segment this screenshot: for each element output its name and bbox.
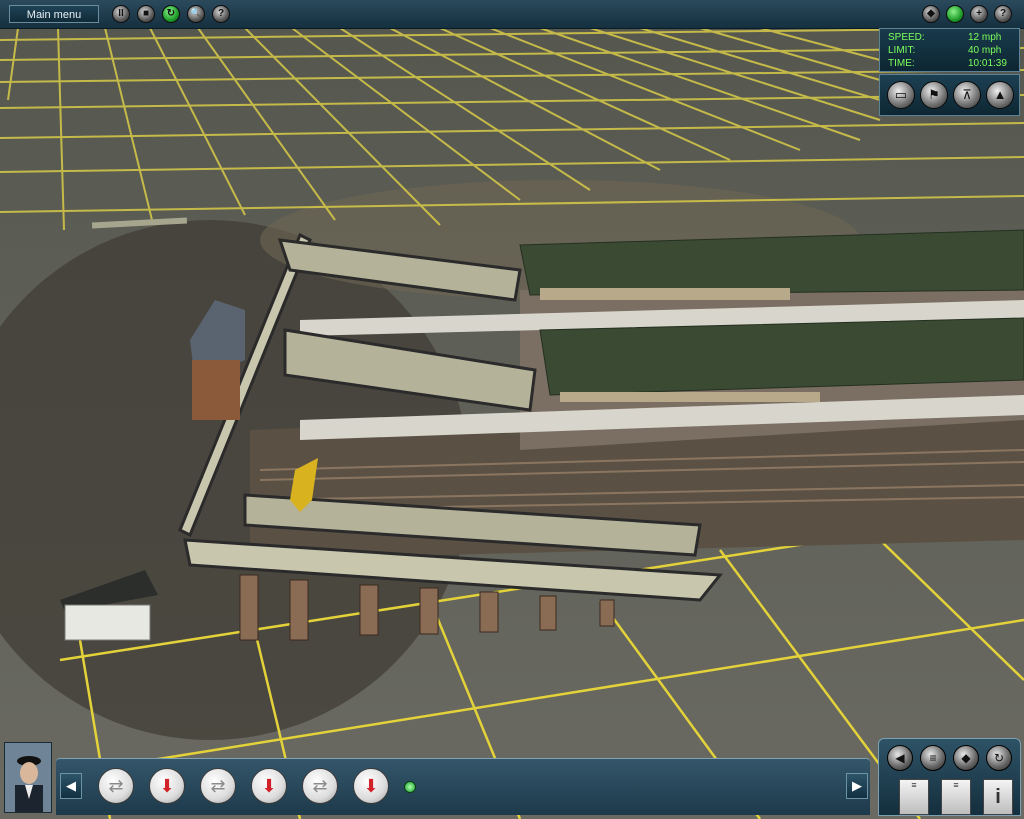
plus-icon: +	[976, 8, 982, 19]
diamond-icon: ◆	[961, 751, 971, 765]
main-menu-button[interactable]: Main menu	[9, 5, 99, 23]
driver-portrait-icon	[5, 743, 51, 812]
train-icon: ▭	[894, 87, 908, 102]
speed-row: SPEED: 12 mph	[888, 32, 1016, 44]
time-value: 10:01:39	[968, 58, 1007, 69]
limit-label: LIMIT:	[888, 45, 916, 56]
platform-icon: ⬇	[261, 776, 277, 796]
time-row: TIME: 10:01:39	[888, 58, 1016, 70]
speed-label: SPEED:	[888, 32, 925, 43]
magnify-icon: 🔍	[189, 8, 203, 19]
notes-doc[interactable]: ≡	[941, 779, 971, 815]
document-icon: ≡	[911, 780, 917, 790]
speaker-icon: ◀	[895, 751, 905, 765]
document-icon: ≡	[953, 780, 959, 790]
stop-icon: ■	[142, 8, 150, 19]
top-toolbar: Main menu II ■ ↻ 🔍 ? ◆ + ?	[0, 0, 1024, 29]
pause-button[interactable]: II	[112, 5, 130, 23]
speed-value: 12 mph	[968, 32, 1002, 43]
flag-icon: ⚑	[928, 87, 940, 102]
limit-value: 40 mph	[968, 45, 1002, 56]
pause-icon: II	[118, 8, 124, 19]
camera-tripod-button[interactable]: ⊼	[953, 81, 981, 109]
stop-button[interactable]: ■	[137, 5, 155, 23]
timetable-doc[interactable]: ≡	[899, 779, 929, 815]
info-doc[interactable]: i	[983, 779, 1013, 815]
direction-button[interactable]: ◆	[953, 745, 979, 771]
camera-compass-button[interactable]: ▲	[986, 81, 1014, 109]
right-tool-panel: ◀ ≡ ◆ ↻ ≡ ≡ i	[878, 738, 1021, 816]
tray-scroll-left-button[interactable]: ◀	[60, 773, 82, 799]
arrow-left-icon: ◀	[66, 778, 76, 793]
help-button-right[interactable]: ?	[994, 5, 1012, 23]
track-tool-3[interactable]: ⇄	[302, 768, 338, 804]
hud-info-panel: SPEED: 12 mph LIMIT: 40 mph TIME: 10:01:…	[879, 28, 1020, 72]
rotate-button[interactable]: ↻	[986, 745, 1012, 771]
green-status-dot-icon	[404, 781, 416, 793]
time-label: TIME:	[888, 58, 915, 69]
tripod-icon: ⊼	[962, 87, 972, 102]
tracks-icon: ≡	[929, 751, 937, 765]
question-icon: ?	[999, 8, 1007, 19]
question-icon: ?	[217, 8, 225, 19]
platform-tool-2[interactable]: ⬇	[251, 768, 287, 804]
limit-row: LIMIT: 40 mph	[888, 45, 1016, 57]
rail-symbol-icon: ⇄	[108, 776, 124, 796]
platform-tool-1[interactable]: ⬇	[149, 768, 185, 804]
tray-scroll-right-button[interactable]: ▶	[846, 773, 868, 799]
tracks-button[interactable]: ≡	[920, 745, 946, 771]
search-button[interactable]: 🔍	[187, 5, 205, 23]
rail-symbol-icon: ⇄	[210, 776, 226, 796]
track-tool-1[interactable]: ⇄	[98, 768, 134, 804]
driver-mode-button[interactable]: ↻	[162, 5, 180, 23]
cycle-icon: ↻	[166, 8, 176, 19]
zoom-in-button[interactable]: +	[970, 5, 988, 23]
rotate-icon: ↻	[993, 751, 1005, 765]
arrow-right-icon: ▶	[852, 778, 862, 793]
platform-icon: ⬇	[159, 776, 175, 796]
world-viewport[interactable]	[0, 0, 1024, 819]
platform-tool-3[interactable]: ⬇	[353, 768, 389, 804]
camera-panel: ▭ ⚑ ⊼ ▲	[879, 74, 1020, 116]
layers-icon: ◆	[927, 8, 935, 19]
sound-button[interactable]: ◀	[887, 745, 913, 771]
help-button[interactable]: ?	[212, 5, 230, 23]
driver-avatar[interactable]	[4, 742, 52, 813]
info-icon: i	[995, 786, 1001, 808]
camera-cab-button[interactable]: ▭	[887, 81, 915, 109]
rail-symbol-icon: ⇄	[312, 776, 328, 796]
platform-icon: ⬇	[363, 776, 379, 796]
track-tool-2[interactable]: ⇄	[200, 768, 236, 804]
compass-icon: ▲	[993, 87, 1007, 102]
layers-button[interactable]: ◆	[922, 5, 940, 23]
status-light-button[interactable]	[946, 5, 964, 23]
camera-flag-button[interactable]: ⚑	[920, 81, 948, 109]
